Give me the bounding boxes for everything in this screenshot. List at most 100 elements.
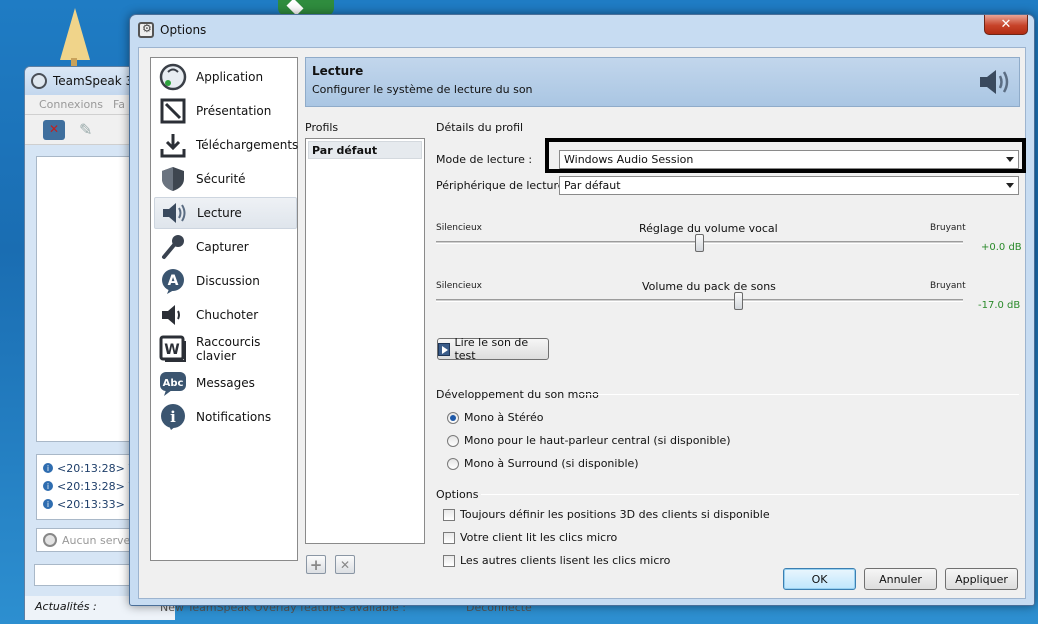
- pack-slider-min-label: Silencieux: [436, 281, 482, 291]
- teamspeak-status-icon: [43, 533, 57, 547]
- desktop-tree-graphic: [58, 8, 92, 70]
- playback-device-label: Périphérique de lecture :: [436, 179, 572, 192]
- nav-label: Raccourcis clavier: [196, 335, 261, 363]
- dialog-title: Options: [160, 23, 207, 37]
- radio-mono-center[interactable]: [447, 435, 459, 447]
- checkbox-own-mic-clicks-label[interactable]: Votre client lit les clics micro: [460, 531, 617, 544]
- nav-item-notifications[interactable]: i Notifications: [154, 401, 297, 433]
- svg-text:W: W: [164, 342, 179, 358]
- chevron-down-icon: [1006, 157, 1014, 162]
- remove-profile-button[interactable]: ✕: [335, 555, 355, 574]
- dialog-body: Application Présentation Téléchargements…: [138, 47, 1026, 599]
- voice-slider-title: Réglage du volume vocal: [639, 222, 778, 235]
- nav-item-whisper[interactable]: Chuchoter: [154, 299, 297, 331]
- nav-label: Téléchargements: [196, 138, 299, 152]
- checkbox-3d-positions[interactable]: [443, 509, 455, 521]
- nav-item-downloads[interactable]: Téléchargements: [154, 129, 299, 161]
- radio-mono-stereo[interactable]: [447, 412, 459, 424]
- nav-label: Application: [196, 70, 264, 84]
- voice-slider-max-label: Bruyant: [930, 223, 966, 233]
- shield-icon: [158, 164, 188, 194]
- checkbox-own-mic-clicks[interactable]: [443, 532, 455, 544]
- play-test-sound-button[interactable]: Lire le son de test: [437, 336, 549, 362]
- nav-label: Lecture: [197, 206, 242, 220]
- whisper-icon: [158, 300, 188, 330]
- nav-item-lecture[interactable]: Lecture: [154, 197, 297, 229]
- radio-mono-surround[interactable]: [447, 458, 459, 470]
- nav-item-messages[interactable]: Abc Messages: [154, 367, 297, 399]
- profiles-list: Par défaut: [305, 138, 425, 544]
- nav-item-capture[interactable]: Capturer: [154, 231, 297, 263]
- nav-label: Notifications: [196, 410, 272, 424]
- section-subtitle: Configurer le système de lecture du son: [312, 83, 533, 96]
- svg-text:A: A: [168, 273, 179, 289]
- messages-icon: Abc: [158, 368, 188, 398]
- svg-text:i: i: [170, 408, 176, 426]
- profile-item-default[interactable]: Par défaut: [308, 141, 422, 159]
- info-icon: i: [43, 481, 53, 491]
- options-nav: Application Présentation Téléchargements…: [150, 57, 298, 561]
- svg-text:Abc: Abc: [163, 378, 184, 389]
- options-group-label: Options: [436, 488, 479, 501]
- teamspeak-title: TeamSpeak 3: [53, 74, 134, 88]
- checkbox-others-mic-clicks-label[interactable]: Les autres clients lisent les clics micr…: [460, 554, 670, 567]
- playback-device-select[interactable]: Par défaut: [559, 176, 1019, 195]
- info-icon: i: [158, 402, 188, 432]
- profiles-label: Profils: [305, 121, 339, 134]
- apply-button[interactable]: Appliquer: [945, 568, 1018, 590]
- nav-item-hotkeys[interactable]: W Raccourcis clavier: [154, 333, 297, 365]
- nav-item-application[interactable]: Application: [154, 61, 297, 93]
- voice-volume-value: +0.0 dB: [981, 242, 1022, 253]
- nav-item-security[interactable]: Sécurité: [154, 163, 297, 195]
- nav-item-discussion[interactable]: A Discussion: [154, 265, 297, 297]
- options-dialog: Options ✕ Application Présentation: [129, 14, 1035, 606]
- hotkey-icon: W: [158, 334, 188, 364]
- nav-label: Messages: [196, 376, 255, 390]
- pack-slider-title: Volume du pack de sons: [642, 280, 776, 293]
- nav-label: Capturer: [196, 240, 249, 254]
- nav-label: Sécurité: [196, 172, 246, 186]
- bookmark-icon[interactable]: ✎: [79, 120, 101, 140]
- nav-label: Chuchoter: [196, 308, 259, 322]
- playback-mode-value: Windows Audio Session: [564, 153, 694, 166]
- close-button[interactable]: ✕: [984, 15, 1028, 35]
- checkbox-others-mic-clicks[interactable]: [443, 555, 455, 567]
- ok-button[interactable]: OK: [783, 568, 856, 590]
- nav-label: Présentation: [196, 104, 272, 118]
- disconnect-icon[interactable]: [43, 119, 65, 140]
- section-title: Lecture: [312, 64, 364, 78]
- voice-slider-min-label: Silencieux: [436, 223, 482, 233]
- play-icon: [438, 342, 451, 356]
- playback-device-value: Par défaut: [564, 179, 621, 192]
- playback-mode-label: Mode de lecture :: [436, 153, 533, 166]
- teamspeak-icon: [158, 62, 188, 92]
- pack-volume-value: -17.0 dB: [978, 300, 1021, 311]
- radio-mono-center-label[interactable]: Mono pour le haut-parleur central (si di…: [464, 434, 731, 447]
- speaker-icon: [980, 70, 1009, 94]
- mono-group-label: Développement du son mono: [436, 388, 599, 401]
- add-profile-button[interactable]: +: [306, 555, 326, 574]
- pack-volume-thumb[interactable]: [733, 292, 743, 310]
- dialog-titlebar: Options: [130, 15, 1034, 45]
- voice-volume-thumb[interactable]: [695, 234, 704, 252]
- options-gear-icon: [138, 22, 154, 38]
- radio-mono-stereo-label[interactable]: Mono à Stéréo: [464, 411, 544, 424]
- info-icon: i: [43, 499, 53, 509]
- pack-slider-max-label: Bruyant: [930, 281, 966, 291]
- playback-mode-select[interactable]: Windows Audio Session: [559, 150, 1019, 169]
- info-icon: i: [43, 463, 53, 473]
- checkbox-3d-positions-label[interactable]: Toujours définir les positions 3D des cl…: [460, 508, 770, 521]
- cancel-button[interactable]: Annuler: [864, 568, 937, 590]
- menu-favorites[interactable]: Fa: [113, 98, 125, 111]
- pack-volume-track[interactable]: [436, 299, 963, 302]
- section-header: Lecture Configurer le système de lecture…: [305, 57, 1020, 107]
- group-divider: [579, 394, 1019, 395]
- chat-icon: A: [158, 266, 188, 296]
- nav-item-presentation[interactable]: Présentation: [154, 95, 297, 127]
- design-icon: [158, 96, 188, 126]
- download-icon: [158, 130, 188, 160]
- radio-mono-surround-label[interactable]: Mono à Surround (si disponible): [464, 457, 639, 470]
- chevron-down-icon: [1006, 183, 1014, 188]
- menu-connexions[interactable]: Connexions: [39, 98, 103, 111]
- microphone-icon: [158, 232, 188, 262]
